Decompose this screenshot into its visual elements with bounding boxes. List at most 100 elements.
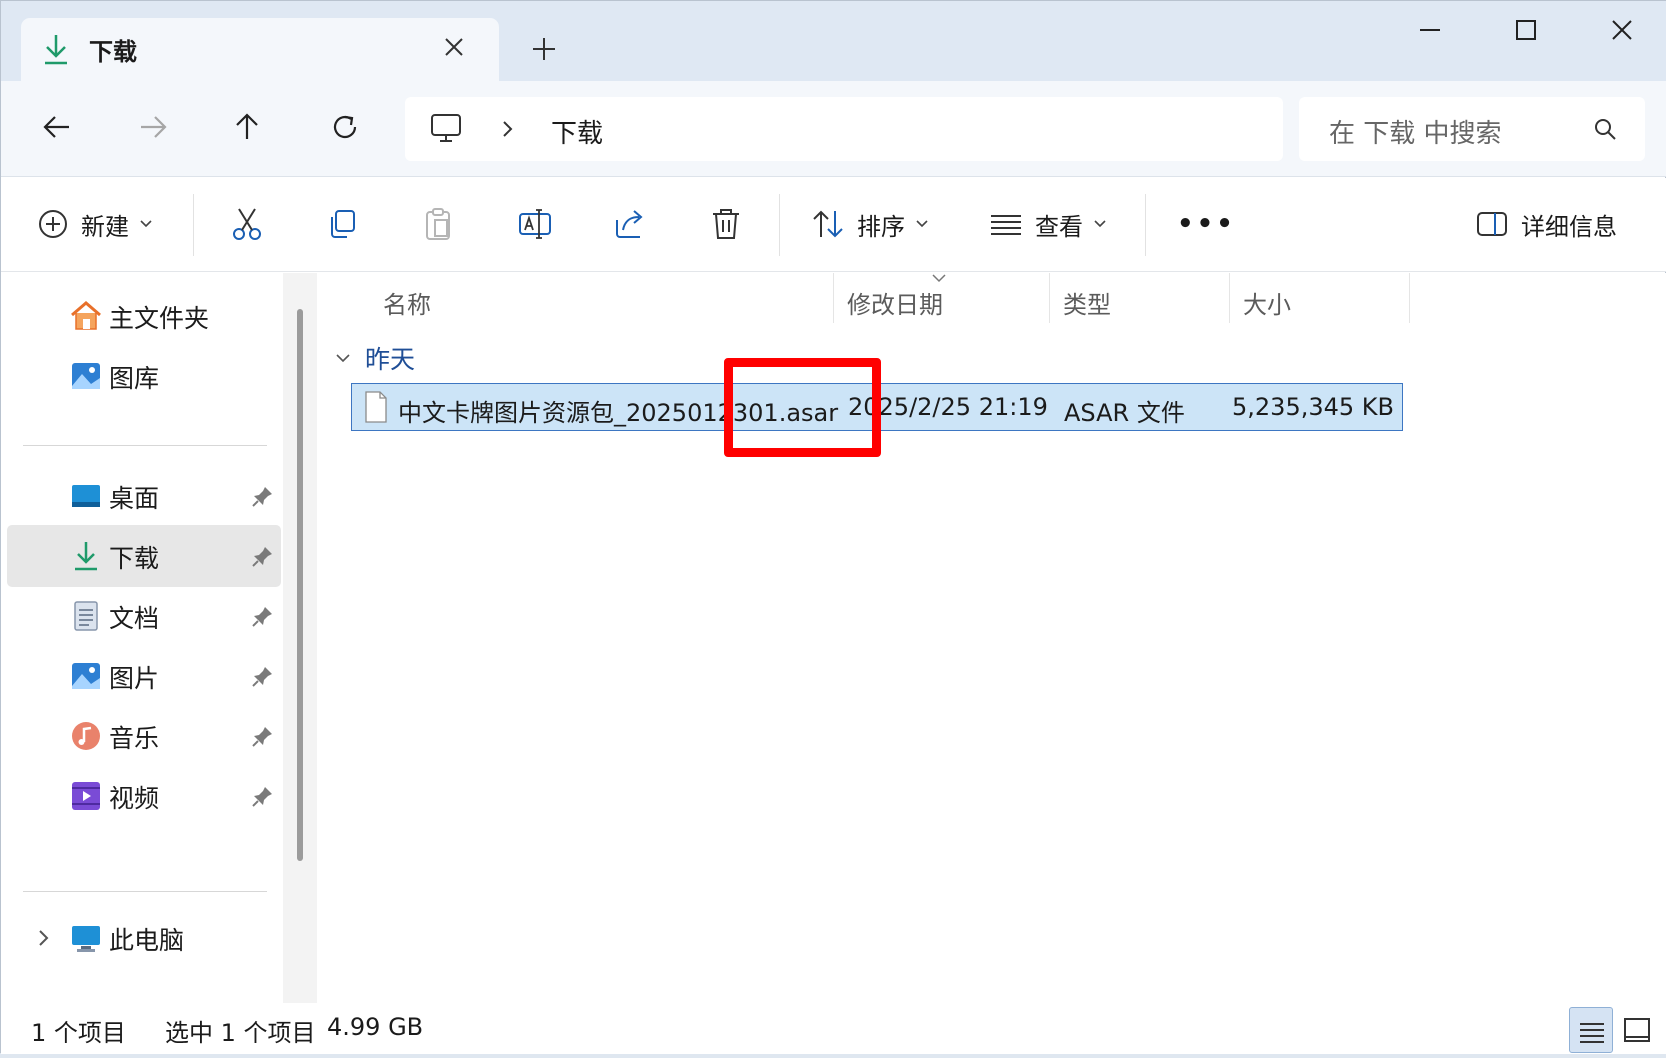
toolbar-divider xyxy=(193,194,194,256)
sidebar-scrollbar[interactable] xyxy=(283,273,317,1003)
minimize-icon[interactable] xyxy=(1415,15,1445,45)
sidebar-item-label: 图库 xyxy=(109,364,160,393)
copy-button[interactable] xyxy=(325,200,359,248)
up-arrow-icon[interactable] xyxy=(229,109,265,145)
selection-size: 4.99 GB xyxy=(327,1013,424,1041)
column-divider[interactable] xyxy=(1229,273,1230,323)
sidebar-item-gallery[interactable]: 图库 xyxy=(7,345,281,407)
share-icon xyxy=(616,210,643,238)
status-bar: 1 个项目 选中 1 个项目 4.99 GB xyxy=(1,1003,1666,1054)
chevron-down-icon xyxy=(1094,220,1106,228)
details-pane-button[interactable]: 详细信息 xyxy=(1475,200,1617,248)
sidebar-divider xyxy=(23,891,267,892)
sidebar-item-downloads[interactable]: 下载 xyxy=(7,525,281,587)
address-bar[interactable]: 下载 xyxy=(405,97,1283,161)
file-icon xyxy=(365,391,387,423)
paste-button[interactable] xyxy=(421,200,455,248)
group-label: 昨天 xyxy=(365,345,416,374)
this-pc-icon xyxy=(72,926,100,952)
sidebar-item-label: 下载 xyxy=(109,544,160,573)
scissors-icon xyxy=(233,208,261,240)
column-header-type[interactable]: 类型 xyxy=(1063,285,1111,320)
download-icon xyxy=(75,542,97,571)
close-window-icon[interactable] xyxy=(1607,15,1637,45)
tiles-view-button[interactable] xyxy=(1615,1007,1659,1053)
search-input[interactable]: 在 下载 中搜索 xyxy=(1329,113,1502,150)
column-divider[interactable] xyxy=(1409,273,1410,323)
trash-icon xyxy=(713,209,739,239)
delete-button[interactable] xyxy=(709,200,743,248)
search-icon[interactable] xyxy=(1591,115,1619,143)
sidebar-item-label: 桌面 xyxy=(109,484,160,513)
new-tab-icon[interactable] xyxy=(529,34,559,64)
details-pane-icon xyxy=(1477,212,1507,236)
navigation-bar: 下载 在 下载 中搜索 xyxy=(1,81,1666,177)
download-icon xyxy=(45,35,67,65)
pin-icon[interactable] xyxy=(251,784,275,808)
sidebar-item-label: 视频 xyxy=(109,784,160,813)
view-label: 查看 xyxy=(1035,212,1083,241)
gallery-icon xyxy=(72,363,100,389)
sidebar-item-label: 音乐 xyxy=(109,724,160,753)
paste-icon xyxy=(426,208,450,240)
more-options-button[interactable]: ••• xyxy=(1177,200,1236,248)
more-options-icon: ••• xyxy=(1177,209,1236,239)
column-header-modified[interactable]: 修改日期 xyxy=(847,285,943,320)
sort-label: 排序 xyxy=(857,212,905,241)
computer-icon[interactable] xyxy=(429,111,463,145)
view-button[interactable]: 查看 xyxy=(989,200,1107,248)
sort-indicator-icon xyxy=(932,274,946,283)
breadcrumb-chevron-icon[interactable] xyxy=(499,117,517,141)
forward-arrow-icon[interactable] xyxy=(135,109,171,145)
pictures-icon xyxy=(72,663,100,689)
sidebar-item-this-pc[interactable]: 此电脑 xyxy=(7,907,281,969)
sidebar-item-documents[interactable]: 文档 xyxy=(7,585,281,647)
new-label: 新建 xyxy=(81,212,129,241)
rename-button[interactable] xyxy=(517,200,553,248)
column-header-name[interactable]: 名称 xyxy=(383,285,431,320)
toolbar-divider xyxy=(779,194,780,256)
maximize-icon[interactable] xyxy=(1511,15,1541,45)
file-list: 名称 修改日期 类型 大小 昨天 中文卡牌图片资源包_2025012301.as… xyxy=(317,273,1666,1003)
sidebar-item-music[interactable]: 音乐 xyxy=(7,705,281,767)
music-icon xyxy=(72,722,100,750)
sort-button[interactable]: 排序 xyxy=(811,200,929,248)
title-bar: 下载 xyxy=(1,1,1666,81)
new-button[interactable]: 新建 xyxy=(37,200,153,248)
column-divider[interactable] xyxy=(1049,273,1050,323)
sort-icon xyxy=(813,210,843,238)
file-explorer-window: 下载 下载 在 下载 中搜索 新建 排序 查看 ••• 详细信息 主文件夹 图库… xyxy=(0,0,1666,1054)
share-button[interactable] xyxy=(613,200,649,248)
pin-icon[interactable] xyxy=(251,484,275,508)
copy-icon xyxy=(331,210,355,238)
pin-icon[interactable] xyxy=(251,724,275,748)
tab-downloads[interactable]: 下载 xyxy=(21,18,499,81)
column-divider[interactable] xyxy=(833,273,834,323)
group-header-yesterday[interactable]: 昨天 xyxy=(335,341,415,375)
pin-icon[interactable] xyxy=(251,544,275,568)
navigation-pane: 主文件夹 图库 桌面 下载 文档 图片 音乐 视频 此电脑 xyxy=(1,273,317,1003)
sidebar-item-desktop[interactable]: 桌面 xyxy=(7,465,281,527)
close-tab-icon[interactable] xyxy=(439,32,469,62)
search-box[interactable]: 在 下载 中搜索 xyxy=(1299,97,1645,161)
chevron-right-icon[interactable] xyxy=(35,927,53,949)
pin-icon[interactable] xyxy=(251,604,275,628)
pin-icon[interactable] xyxy=(251,664,275,688)
sidebar-item-label: 此电脑 xyxy=(109,926,185,955)
scrollbar-thumb[interactable] xyxy=(297,309,303,861)
breadcrumb-current[interactable]: 下载 xyxy=(551,113,603,150)
cut-button[interactable] xyxy=(229,200,265,248)
sidebar-item-videos[interactable]: 视频 xyxy=(7,765,281,827)
list-view-icon xyxy=(991,215,1021,235)
details-view-icon xyxy=(1580,1023,1604,1043)
sidebar-item-home[interactable]: 主文件夹 xyxy=(7,285,281,347)
details-view-button[interactable] xyxy=(1569,1007,1613,1053)
rename-icon xyxy=(519,209,551,239)
chevron-down-icon xyxy=(140,220,152,228)
refresh-icon[interactable] xyxy=(327,109,363,145)
sidebar-divider xyxy=(23,445,267,446)
sidebar-item-pictures[interactable]: 图片 xyxy=(7,645,281,707)
back-arrow-icon[interactable] xyxy=(39,109,75,145)
column-header-size[interactable]: 大小 xyxy=(1243,285,1291,320)
sidebar-item-label: 文档 xyxy=(109,604,160,633)
